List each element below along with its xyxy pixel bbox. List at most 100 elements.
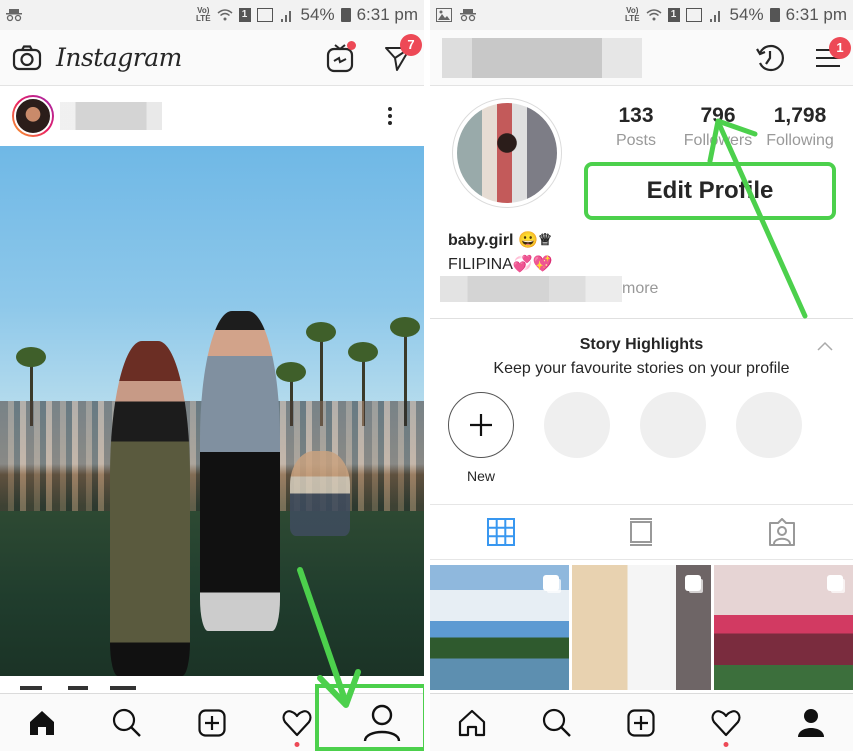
bio-name: baby.girl 😀♕ [448,232,553,249]
nav-search[interactable] [107,703,147,743]
incognito-icon [460,9,476,22]
add-post-icon [627,708,656,737]
feed-screen: Vo) LTE 1 54% 6:31 pm Instagram 7 [0,0,424,751]
profile-header: 1 [430,30,853,86]
status-bar: Vo) LTE 1 54% 6:31 pm [430,0,853,30]
stat-value: 796 [700,104,736,127]
profile-stats: 133 Posts 796 Followers 1,798 Following [595,104,841,150]
carousel-icon [827,575,843,591]
nav-home[interactable] [22,703,62,743]
signal-bars-icon [280,11,291,22]
menu-badge: 1 [829,36,851,59]
igtv-notification-dot [347,40,356,50]
carousel-icon [685,575,701,591]
home-icon [30,710,55,735]
heart-icon [711,709,741,736]
highlights-subtitle: Keep your favourite stories on your prof… [493,360,790,377]
signal-icon [256,8,273,22]
volte-icon: Vo) LTE [625,6,640,23]
highlight-placeholder [736,392,802,458]
archive-history-icon [756,44,784,71]
stat-posts[interactable]: 133 Posts [595,104,677,150]
nav-activity[interactable] [277,703,317,747]
activity-notification-dot [723,741,729,747]
signal-bars-icon [709,11,720,22]
gallery-notification-icon [436,8,452,22]
profile-avatar[interactable] [452,98,562,208]
battery-icon [340,8,351,22]
home-icon [459,709,486,736]
feed-view-icon[interactable] [629,518,653,546]
direct-badge: 7 [400,33,422,56]
posts-grid [430,565,853,690]
profile-summary: 133 Posts 796 Followers 1,798 Following … [430,86,853,226]
profile-content-tabs [430,504,853,560]
nav-home[interactable] [452,703,492,743]
battery-icon [769,8,780,22]
nav-profile[interactable] [791,703,831,743]
menu-button[interactable]: 1 [815,36,851,69]
nav-activity[interactable] [706,703,746,747]
profile-username-blurred[interactable] [442,37,642,78]
bio-more-link[interactable]: more [622,280,658,298]
profile-icon-filled [797,708,824,737]
post-author-username-blurred[interactable] [60,102,162,130]
signal-icon [685,8,702,22]
clock: 6:31 pm [785,5,847,24]
search-icon [542,708,571,737]
highlights-title: Story Highlights [579,336,704,353]
bottom-nav [430,693,853,751]
highlight-placeholder [640,392,706,458]
search-icon [113,708,142,737]
bio-text-blurred [440,276,622,302]
status-bar: Vo) LTE 1 54% 6:31 pm [0,0,424,30]
archive-button[interactable] [755,43,785,73]
more-options-icon[interactable] [388,107,392,125]
nav-new-post[interactable] [621,703,661,743]
stat-label: Followers [683,132,753,149]
story-highlights: Story Highlights Keep your favourite sto… [430,319,853,504]
wifi-icon [217,9,233,21]
stat-value: 1,798 [773,104,827,127]
activity-notification-dot [294,741,300,747]
battery-percent: 54% [300,5,335,24]
new-highlight-button[interactable] [448,392,514,458]
tagged-photos-icon[interactable] [768,518,796,546]
chevron-up-icon[interactable] [817,341,833,351]
carousel-icon [543,575,559,591]
plus-icon [470,414,492,436]
post-thumbnail[interactable] [572,565,711,690]
post-thumbnail[interactable] [714,565,853,690]
profile-bio: baby.girl 😀♕ FILIPINA💞💖 more [430,118,853,319]
sim-icon: 1 [238,8,251,22]
incognito-icon [6,9,22,22]
wifi-icon [646,9,662,21]
igtv-button[interactable] [326,40,356,73]
stat-following[interactable]: 1,798 Following [759,104,841,150]
edit-profile-button[interactable]: Edit Profile [584,162,836,220]
post-author-avatar[interactable] [12,95,54,137]
new-highlight-label: New [466,468,495,484]
sim-icon: 1 [667,8,680,22]
highlight-placeholder [544,392,610,458]
profile-screen: Vo) LTE 1 54% 6:31 pm 1 133 Posts 796 Fo… [430,0,853,751]
volte-icon: Vo) LTE [196,6,211,23]
profile-tab-highlight-annotation [315,684,424,751]
stat-label: Posts [615,132,656,149]
add-post-icon [198,708,226,737]
clock: 6:31 pm [356,5,418,24]
heart-icon [282,709,312,736]
camera-icon[interactable] [12,44,42,71]
bio-tagline: FILIPINA💞💖 [448,256,553,273]
post-thumbnail[interactable] [430,565,569,690]
stat-label: Following [766,132,834,149]
instagram-logo: Instagram [56,43,182,72]
nav-search[interactable] [537,703,577,743]
battery-percent: 54% [729,5,764,24]
stat-value: 133 [618,104,654,127]
grid-view-icon[interactable] [487,518,516,546]
post-image[interactable] [0,146,424,676]
stat-followers[interactable]: 796 Followers [677,104,759,150]
nav-new-post[interactable] [192,703,232,743]
direct-messages-button[interactable]: 7 [384,33,422,72]
